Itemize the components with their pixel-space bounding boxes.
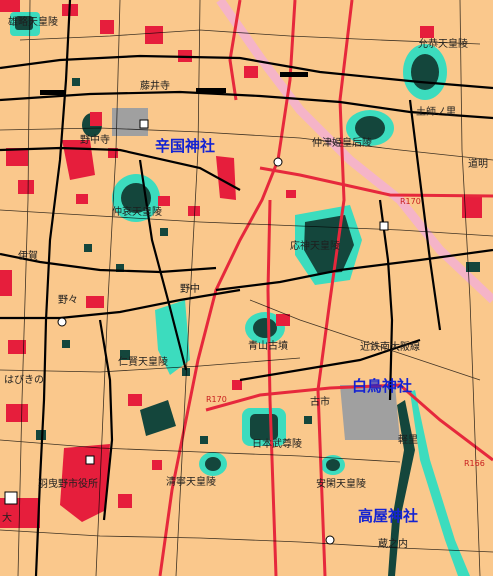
map-canvas: 辛国神社 白鳥神社 高屋神社 雄略天皇陵 允恭天皇陵 仲津姫皇后陵 仲哀天皇陵 … (0, 0, 493, 576)
place-label-hajinosato: 土師ノ里 (416, 107, 456, 118)
place-label-domyoji: 道明 (468, 159, 488, 170)
place-label-fujiidera: 藤井寺 (140, 81, 170, 92)
shrine-label-karakuni: 辛国神社 (155, 137, 216, 155)
place-label-nono: 野々 (58, 295, 78, 306)
road-label-r170-west: R170 (206, 395, 227, 404)
kofun-label-ankan: 安閑天皇陵 (316, 479, 366, 490)
label-city-hall: 羽曳野市役所 (38, 479, 98, 490)
place-label-dai: 大 (2, 513, 12, 524)
kofun-label-ojin: 応神天皇陵 (290, 241, 340, 252)
place-label-karusato: 軽里 (398, 435, 418, 446)
kofun-label-aoyama: 青山古墳 (248, 341, 288, 352)
place-label-furuichi: 古市 (310, 397, 330, 408)
kofun-label-yamato: 日本武尊陵 (252, 439, 302, 450)
road-label-r170-east: R170 (400, 197, 421, 206)
kofun-label-nakatsuhime: 仲津姫皇后陵 (312, 138, 372, 149)
kofun-label-inkyo: 允恭天皇陵 (418, 39, 468, 50)
road-label-r166: R166 (464, 459, 485, 468)
place-label-kintetsu: 近鉄南大阪線 (360, 342, 420, 353)
shrine-label-takaya: 高屋神社 (358, 507, 419, 525)
place-label-kuranouchi: 蔵之内 (378, 539, 408, 550)
place-label-habikino: はびきの (4, 375, 44, 386)
kofun-inkyo (403, 44, 447, 100)
place-label-iga: 伊賀 (18, 251, 38, 262)
kofun-seinei (199, 452, 227, 476)
kofun-label-ninken: 仁賢天皇陵 (118, 357, 168, 368)
place-label-nonaka: 野中 (180, 284, 200, 295)
kofun-label-fujiidera: 野中寺 (80, 135, 110, 146)
kofun-label-seinei: 清寧天皇陵 (166, 477, 216, 488)
kofun-label-chuai: 仲哀天皇陵 (112, 207, 162, 218)
shrine-label-shiratori: 白鳥神社 (352, 377, 413, 395)
kofun-label-yuryaku: 雄略天皇陵 (8, 17, 58, 28)
